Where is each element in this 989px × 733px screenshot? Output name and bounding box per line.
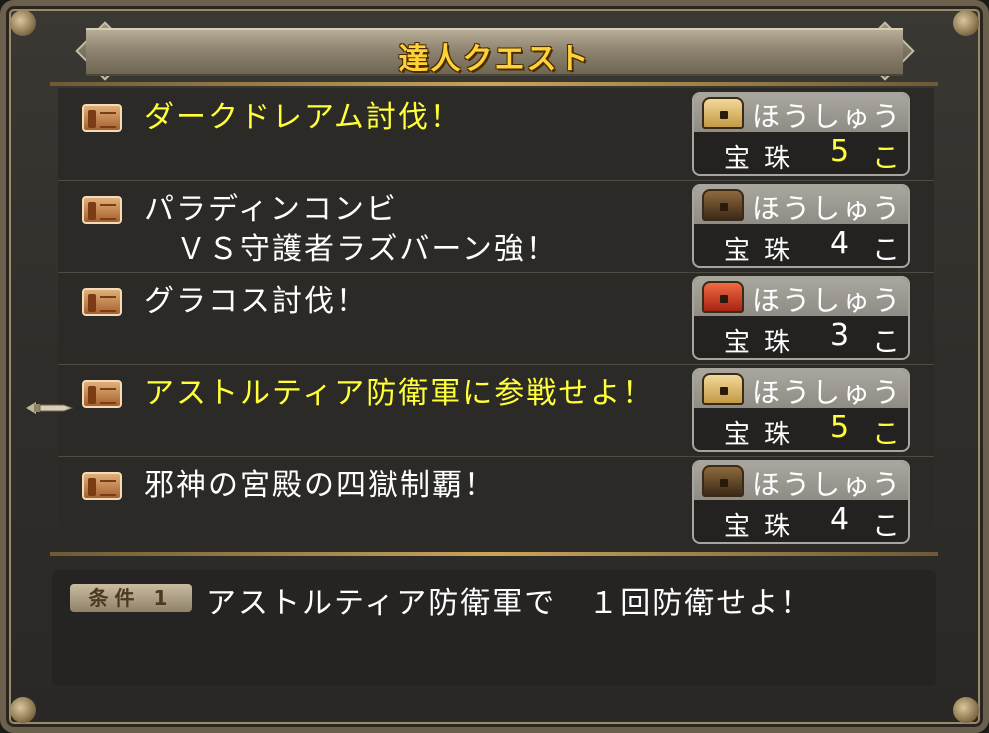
reward-unit: こ (872, 417, 901, 450)
quest-name: アストルティア防衛軍に参戦せよ！ (144, 376, 655, 411)
reward-count: 5 (830, 134, 850, 169)
reward-item: 宝珠 (724, 144, 805, 174)
quest-list: ダークドレアム討伐！ ほうしゅう 宝珠 5 こ パラディンコンビ ＶＳ守護者ラズ… (58, 88, 934, 548)
reward-item: 宝珠 (724, 236, 805, 266)
reward-label: ほうしゅう (752, 284, 903, 317)
quest-row[interactable]: グラコス討伐！ ほうしゅう 宝珠 3 こ (58, 272, 934, 365)
reward-label: ほうしゅう (752, 468, 903, 501)
quest-scroll-icon (82, 472, 122, 500)
reward-count: 5 (830, 410, 850, 445)
reward-unit: こ (872, 509, 901, 542)
red-chest-icon (702, 281, 744, 313)
reward-unit: こ (872, 325, 901, 358)
selection-pointer-icon (26, 402, 74, 414)
quest-row[interactable]: ダークドレアム討伐！ ほうしゅう 宝珠 5 こ (58, 88, 934, 181)
reward-unit: こ (872, 141, 901, 174)
reward-box: ほうしゅう 宝珠 5 こ (692, 368, 910, 452)
quest-name: グラコス討伐！ (144, 284, 368, 319)
corner-ornament (953, 10, 979, 36)
reward-count: 4 (830, 226, 850, 261)
reward-label: ほうしゅう (752, 376, 903, 409)
reward-box: ほうしゅう 宝珠 5 こ (692, 92, 910, 176)
page-title: 達人クエスト (398, 42, 591, 77)
gold-chest-icon (702, 97, 744, 129)
reward-label: ほうしゅう (752, 192, 903, 225)
quest-name: 邪神の宮殿の四獄制覇！ (144, 468, 496, 503)
quest-scroll-icon (82, 104, 122, 132)
corner-ornament (10, 697, 36, 723)
dark-chest-icon (702, 189, 744, 221)
quest-scroll-icon (82, 380, 122, 408)
corner-ornament (10, 10, 36, 36)
reward-unit: こ (872, 233, 901, 266)
reward-item: 宝珠 (724, 328, 805, 358)
reward-count: 4 (830, 502, 850, 537)
quest-name: ダークドレアム討伐！ (144, 100, 462, 135)
bottom-divider (50, 552, 938, 556)
reward-box: ほうしゅう 宝珠 3 こ (692, 276, 910, 360)
dark-chest-icon (702, 465, 744, 497)
quest-scroll-icon (82, 288, 122, 316)
title-bar: 達人クエスト (86, 28, 903, 77)
reward-item: 宝珠 (724, 420, 805, 450)
quest-scroll-icon (82, 196, 122, 224)
top-divider (50, 82, 938, 86)
reward-count: 3 (830, 318, 850, 353)
corner-ornament (953, 697, 979, 723)
gold-chest-icon (702, 373, 744, 405)
reward-item: 宝珠 (724, 512, 805, 542)
quest-name: パラディンコンビ ＶＳ守護者ラズバーン強！ (144, 192, 558, 267)
quest-row-selected[interactable]: アストルティア防衛軍に参戦せよ！ ほうしゅう 宝珠 5 こ (58, 364, 934, 457)
quest-row[interactable]: パラディンコンビ ＶＳ守護者ラズバーン強！ ほうしゅう 宝珠 4 こ (58, 180, 934, 273)
quest-row[interactable]: 邪神の宮殿の四獄制覇！ ほうしゅう 宝珠 4 こ (58, 456, 934, 548)
condition-badge: 条件 1 (70, 584, 192, 612)
condition-text: アストルティア防衛軍で １回防衛せよ！ (206, 586, 813, 621)
reward-label: ほうしゅう (752, 100, 903, 133)
reward-box: ほうしゅう 宝珠 4 こ (692, 460, 910, 544)
reward-box: ほうしゅう 宝珠 4 こ (692, 184, 910, 268)
